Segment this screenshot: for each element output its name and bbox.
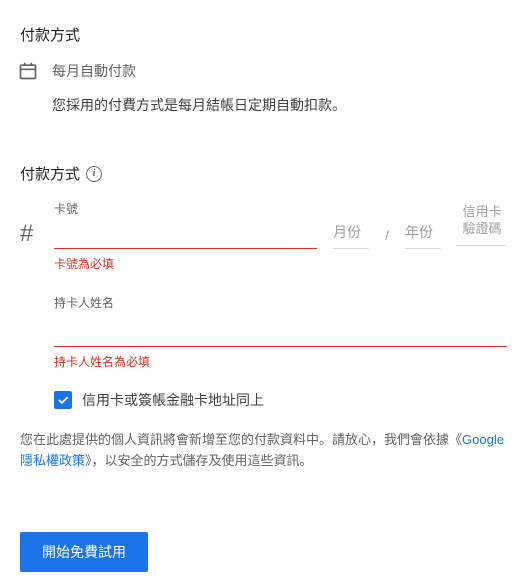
same-address-checkbox[interactable] — [54, 391, 72, 409]
auto-pay-label: 每月自動付款 — [52, 61, 136, 81]
cardholder-error: 持卡人姓名為必填 — [54, 353, 507, 370]
privacy-notice: 您在此處提供的個人資訊將會新增至您的付款資料中。請放心，我們會依據《Google… — [20, 430, 507, 472]
same-address-label: 信用卡或簽帳金融卡地址同上 — [82, 390, 264, 410]
card-number-label: 卡號 — [54, 200, 317, 217]
payment-method-title-2: 付款方式 i — [20, 163, 507, 184]
auto-pay-row: 每月自動付款 — [18, 61, 507, 81]
cvc-label: 信用卡驗證碼 — [457, 204, 507, 238]
expiry-year-input[interactable]: 年份 — [405, 222, 441, 249]
cvc-input[interactable]: 信用卡驗證碼 — [457, 204, 507, 246]
cardholder-input[interactable] — [54, 319, 507, 347]
payment-form: # 卡號 月份 / 年份 信用卡驗證碼 卡號為必填 持卡人姓名 持卡人姓名為必填 — [20, 200, 507, 410]
payment-method-label: 付款方式 — [20, 163, 80, 184]
payment-description: 您採用的付費方式是每月結帳日定期自動扣款。 — [52, 95, 507, 115]
info-icon[interactable]: i — [86, 166, 102, 182]
privacy-text-2: 》，以安全的方式儲存及使用這些資訊。 — [85, 453, 313, 468]
cardholder-label: 持卡人姓名 — [54, 294, 507, 311]
card-number-error: 卡號為必填 — [54, 255, 507, 272]
card-number-input[interactable] — [54, 221, 317, 249]
privacy-text-1: 您在此處提供的個人資訊將會新增至您的付款資料中。請放心，我們會依據《 — [20, 432, 462, 447]
expiry-month-input[interactable]: 月份 — [333, 222, 369, 249]
calendar-icon — [18, 61, 38, 81]
expiry-slash: / — [385, 227, 389, 249]
hash-icon: # — [20, 222, 40, 246]
check-icon — [56, 393, 70, 407]
payment-method-title-1: 付款方式 — [20, 24, 507, 45]
start-free-trial-button[interactable]: 開始免費試用 — [20, 532, 148, 572]
